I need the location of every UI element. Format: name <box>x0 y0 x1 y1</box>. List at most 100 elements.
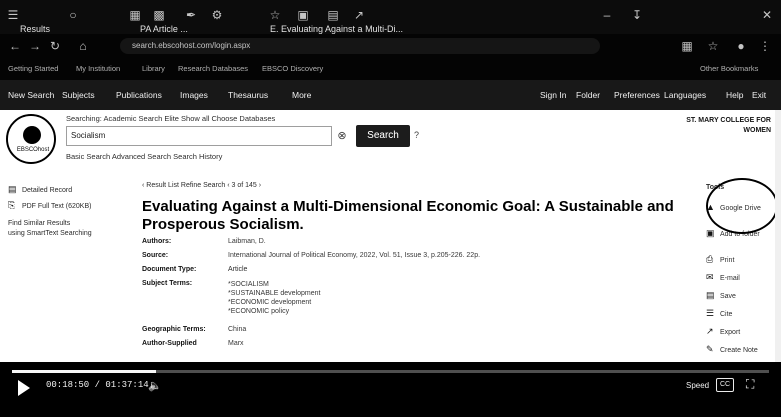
bookmark-item[interactable]: Other Bookmarks <box>700 64 758 73</box>
pdf-icon: ⎘ <box>8 200 16 210</box>
tool-email[interactable]: ✉ E-mail <box>706 272 740 283</box>
detailed-record-link[interactable]: ▤ Detailed Record <box>8 184 72 195</box>
nav-help[interactable]: Help <box>726 90 743 100</box>
minimize-icon[interactable]: – <box>600 8 614 22</box>
nav-sign-in[interactable]: Sign In <box>540 90 566 100</box>
bookmarks-bar: Getting Started My Institution Library R… <box>0 58 781 80</box>
site-nav: New Search Subjects Publications Images … <box>0 80 781 110</box>
fullscreen-icon[interactable]: ⛶ <box>746 377 754 392</box>
author-keyword-link[interactable]: Marx <box>228 340 244 347</box>
document-type-value: Article <box>228 266 248 273</box>
nav-preferences[interactable]: Preferences <box>614 90 660 100</box>
highlight-circle <box>706 178 778 234</box>
field-label: Subject Terms: <box>142 280 193 287</box>
searching-line[interactable]: Searching: Academic Search Elite Show al… <box>66 114 275 123</box>
nav-languages[interactable]: Languages <box>664 90 706 100</box>
nav-new-search[interactable]: New Search <box>8 90 54 100</box>
url-field[interactable]: search.ebscohost.com/login.aspx <box>120 38 600 54</box>
bookmark-icon[interactable]: ☆ <box>706 39 720 53</box>
left-sidebar: ▤ Detailed Record ⎘ PDF Full Text (620KB… <box>0 174 118 374</box>
ebsco-logo[interactable]: EBSCOhost <box>6 114 56 164</box>
nav-publications[interactable]: Publications <box>116 90 162 100</box>
author-link[interactable]: Laibman, D. <box>228 238 266 245</box>
home-icon[interactable]: ⌂ <box>76 39 90 53</box>
gear-icon[interactable]: ⚙ <box>210 8 224 22</box>
star-icon[interactable]: ☆ <box>268 8 282 22</box>
profile-icon[interactable]: ● <box>734 39 748 53</box>
video-progress-bar[interactable] <box>12 370 769 373</box>
tool-create-note[interactable]: ✎ Create Note <box>706 344 758 355</box>
share-icon[interactable]: ↗ <box>352 8 366 22</box>
window-icon[interactable]: ▩ <box>152 8 166 22</box>
screen: ☰ ○ ▦ ▩ ✒ ⚙ ☆ ▣ ▤ ↗ – ↧ ✕ Results PA Art… <box>0 0 781 417</box>
tool-export[interactable]: ↗ Export <box>706 326 740 337</box>
close-icon[interactable]: ✕ <box>760 8 774 22</box>
menu-icon[interactable]: ☰ <box>6 8 20 22</box>
play-icon[interactable] <box>18 380 30 396</box>
save-icon: ▤ <box>706 290 715 300</box>
nav-subjects[interactable]: Subjects <box>62 90 95 100</box>
article-title: Evaluating Against a Multi-Dimensional E… <box>142 198 674 233</box>
download-icon[interactable]: ↧ <box>630 8 644 22</box>
clear-search-icon[interactable]: ⊗ <box>334 128 350 144</box>
video-controls: 00:18:50 / 01:37:14 🔈 Speed CC ⛶ <box>0 362 781 417</box>
search-header: EBSCOhost Searching: Academic Search Eli… <box>0 110 781 174</box>
search-button[interactable]: Search <box>356 125 410 147</box>
search-input[interactable]: Socialism <box>66 126 332 146</box>
tool-save[interactable]: ▤ Save <box>706 290 736 301</box>
page-scrollbar[interactable] <box>775 110 781 374</box>
export-icon: ↗ <box>706 326 714 336</box>
folder-icon[interactable]: ▣ <box>296 8 310 22</box>
speed-button[interactable]: Speed <box>686 381 709 390</box>
video-progress-fill <box>12 370 156 373</box>
logo-mark-icon <box>23 126 41 144</box>
bookmark-item[interactable]: EBSCO Discovery <box>262 64 323 73</box>
smarttext-link[interactable]: using SmartText Searching <box>8 230 92 237</box>
breadcrumb[interactable]: ‹ Result List Refine Search ‹ 3 of 145 › <box>142 182 261 189</box>
pdf-full-text-link[interactable]: ⎘ PDF Full Text (620KB) <box>8 200 91 211</box>
record-detail: ‹ Result List Refine Search ‹ 3 of 145 ›… <box>130 174 700 374</box>
bookmark-item[interactable]: Research Databases <box>178 64 248 73</box>
volume-icon[interactable]: 🔈 <box>148 379 162 392</box>
tool-cite[interactable]: ☰ Cite <box>706 308 732 319</box>
grid-icon[interactable]: ▦ <box>128 8 142 22</box>
cite-icon: ☰ <box>706 308 715 318</box>
field-label: Source: <box>142 252 169 259</box>
logo-text: EBSCOhost <box>16 147 50 153</box>
chart-icon[interactable]: ▤ <box>326 8 340 22</box>
browser-tab-bar: ☰ ○ ▦ ▩ ✒ ⚙ ☆ ▣ ▤ ↗ – ↧ ✕ Results PA Art… <box>0 0 781 34</box>
forward-icon[interactable]: → <box>28 39 42 53</box>
search-links[interactable]: Basic Search Advanced Search Search Hist… <box>66 152 222 161</box>
nav-exit[interactable]: Exit <box>752 90 766 100</box>
source-link[interactable]: International Journal of Political Econo… <box>228 252 480 259</box>
circle-icon[interactable]: ○ <box>66 8 80 22</box>
subject-terms-links[interactable]: *SOCIALISM *SUSTAINABLE development *ECO… <box>228 280 320 316</box>
address-bar: ← → ↻ ⌂ search.ebscohost.com/login.aspx … <box>0 34 781 58</box>
reload-icon[interactable]: ↻ <box>48 39 62 53</box>
nav-folder[interactable]: Folder <box>576 90 600 100</box>
tool-print[interactable]: ⎙ Print <box>706 254 734 265</box>
institution-name: ST. MARY COLLEGE FOR WOMEN <box>686 117 771 134</box>
nav-thesaurus[interactable]: Thesaurus <box>228 90 268 100</box>
video-time: 00:18:50 / 01:37:14 <box>46 380 149 390</box>
bookmark-item[interactable]: My Institution <box>76 64 120 73</box>
bookmark-item[interactable]: Getting Started <box>8 64 58 73</box>
more-icon[interactable]: ⋮ <box>758 39 772 53</box>
extension-icon[interactable]: ▦ <box>680 39 694 53</box>
email-icon: ✉ <box>706 272 714 282</box>
bookmark-item[interactable]: Library <box>142 64 165 73</box>
print-icon: ⎙ <box>706 254 714 264</box>
field-label: Author-Supplied <box>142 340 197 347</box>
nav-images[interactable]: Images <box>180 90 208 100</box>
captions-button[interactable]: CC <box>716 378 734 392</box>
find-similar-link[interactable]: Find Similar Results <box>8 220 70 227</box>
note-icon: ✎ <box>706 344 714 354</box>
field-label: Authors: <box>142 238 172 245</box>
geographic-terms-link[interactable]: China <box>228 326 246 333</box>
brush-icon[interactable]: ✒ <box>184 8 198 22</box>
folder-add-icon: ▣ <box>706 228 715 238</box>
nav-more[interactable]: More <box>292 90 311 100</box>
back-icon[interactable]: ← <box>8 39 22 53</box>
record-icon: ▤ <box>8 184 17 194</box>
help-icon[interactable]: ? <box>414 130 419 140</box>
